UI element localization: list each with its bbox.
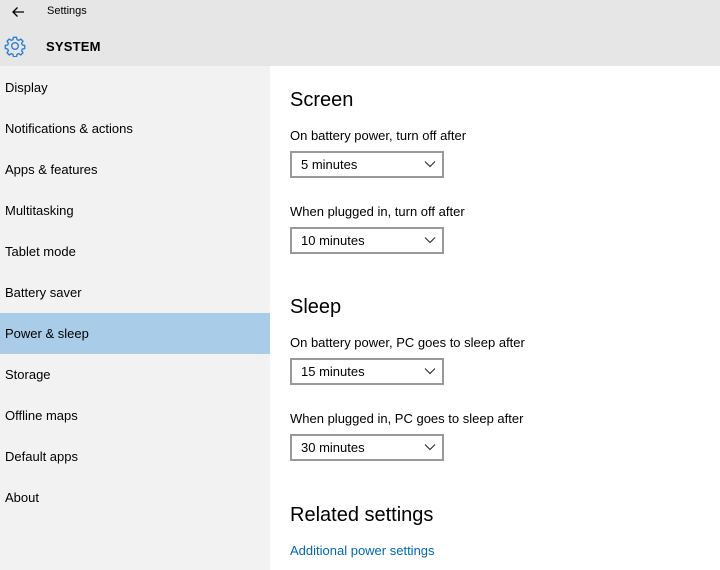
sidebar-item-label: Offline maps xyxy=(5,408,78,423)
main-panel: Screen On battery power, turn off after … xyxy=(270,66,720,570)
sidebar-item-display[interactable]: Display xyxy=(0,67,270,108)
back-arrow-icon xyxy=(12,7,24,17)
sleep-plugged-dropdown[interactable]: 30 minutes xyxy=(290,434,444,461)
screen-plugged-label: When plugged in, turn off after xyxy=(290,204,465,219)
sidebar-item-battery-saver[interactable]: Battery saver xyxy=(0,272,270,313)
sidebar-item-power-sleep[interactable]: Power & sleep xyxy=(0,313,270,354)
screen-heading: Screen xyxy=(290,89,354,111)
sleep-plugged-label: When plugged in, PC goes to sleep after xyxy=(290,411,524,426)
screen-battery-label: On battery power, turn off after xyxy=(290,128,467,143)
dropdown-value: 10 minutes xyxy=(301,233,365,248)
chevron-down-icon xyxy=(424,368,436,375)
settings-window: Settings SYSTEM Display Notifications & … xyxy=(0,0,720,570)
sidebar-item-default-apps[interactable]: Default apps xyxy=(0,436,270,477)
sidebar-item-apps-features[interactable]: Apps & features xyxy=(0,149,270,190)
title-bar: Settings SYSTEM xyxy=(0,0,720,66)
gear-icon xyxy=(4,36,26,57)
sidebar-item-offline-maps[interactable]: Offline maps xyxy=(0,395,270,436)
sleep-heading: Sleep xyxy=(290,296,342,318)
sidebar-item-notifications-actions[interactable]: Notifications & actions xyxy=(0,108,270,149)
sidebar-item-label: Tablet mode xyxy=(5,244,76,259)
chevron-down-icon xyxy=(424,237,436,244)
sidebar-item-tablet-mode[interactable]: Tablet mode xyxy=(0,231,270,272)
sidebar-item-label: Power & sleep xyxy=(5,326,89,341)
chevron-down-icon xyxy=(424,161,436,168)
back-button[interactable] xyxy=(4,2,32,22)
dropdown-value: 5 minutes xyxy=(301,157,358,172)
sidebar-item-about[interactable]: About xyxy=(0,477,270,518)
sidebar-item-label: Notifications & actions xyxy=(5,121,133,136)
sidebar-item-label: Apps & features xyxy=(5,162,98,177)
sidebar-nav: Display Notifications & actions Apps & f… xyxy=(0,66,270,570)
sidebar-item-label: Display xyxy=(5,80,48,95)
related-settings-heading: Related settings xyxy=(290,504,434,526)
screen-plugged-dropdown[interactable]: 10 minutes xyxy=(290,227,444,254)
sidebar-item-label: Battery saver xyxy=(5,285,82,300)
sidebar-item-label: Storage xyxy=(5,367,51,382)
sidebar-item-storage[interactable]: Storage xyxy=(0,354,270,395)
additional-power-settings-link[interactable]: Additional power settings xyxy=(290,543,435,558)
sidebar-item-label: Default apps xyxy=(5,449,78,464)
sidebar-item-label: Multitasking xyxy=(5,203,74,218)
chevron-down-icon xyxy=(424,444,436,451)
sleep-battery-label: On battery power, PC goes to sleep after xyxy=(290,335,525,350)
sidebar-item-multitasking[interactable]: Multitasking xyxy=(0,190,270,231)
dropdown-value: 30 minutes xyxy=(301,440,365,455)
dropdown-value: 15 minutes xyxy=(301,364,365,379)
sidebar-item-label: About xyxy=(5,490,39,505)
section-title: SYSTEM xyxy=(46,39,101,54)
app-title: Settings xyxy=(47,5,87,17)
sleep-battery-dropdown[interactable]: 15 minutes xyxy=(290,358,444,385)
screen-battery-dropdown[interactable]: 5 minutes xyxy=(290,151,444,178)
